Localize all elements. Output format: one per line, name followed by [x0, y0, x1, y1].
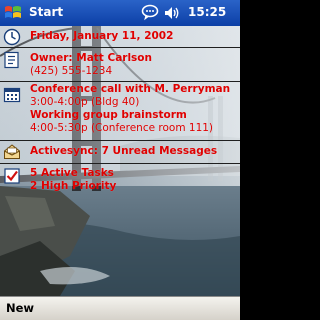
command-bar: New — [0, 296, 240, 320]
today-date-item[interactable]: Friday, January 11, 2002 — [0, 26, 240, 48]
inbox-icon — [4, 144, 20, 159]
event1-time: 3:00-4:00p (Bldg 40) — [30, 96, 140, 108]
event2-title: Working group brainstorm — [30, 109, 187, 121]
owner-card-icon — [4, 51, 19, 69]
start-menu-label[interactable]: Start — [29, 5, 63, 19]
tasks-item[interactable]: 5 Active Tasks 2 High Priority — [0, 164, 240, 196]
tasks-checkbox-icon — [4, 168, 20, 184]
today-date-text: Friday, January 11, 2002 — [30, 30, 174, 42]
inbox-text: Activesync: 7 Unread Messages — [30, 145, 218, 157]
new-button[interactable]: New — [6, 301, 34, 315]
today-screen: Start 15:25 Friday, January 11, 2002 Own… — [0, 0, 240, 320]
calendar-item[interactable]: Conference call with M. Perryman 3:00-4:… — [0, 82, 240, 140]
owner-phone-text: (425) 555-1234 — [30, 65, 113, 77]
tasks-priority-text: 2 High Priority — [30, 180, 117, 192]
message-bubble-icon[interactable] — [141, 4, 159, 21]
clock-time[interactable]: 15:25 — [188, 5, 226, 19]
owner-info-item[interactable]: Owner: Matt Carlson (425) 555-1234 — [0, 48, 240, 81]
windows-flag-icon[interactable] — [3, 3, 23, 23]
owner-name-text: Owner: Matt Carlson — [30, 52, 152, 64]
event2-time: 4:00-5:30p (Conference room 111) — [30, 122, 214, 134]
speaker-icon[interactable] — [163, 5, 181, 21]
title-bar: Start 15:25 — [0, 0, 240, 26]
event1-title: Conference call with M. Perryman — [30, 83, 231, 95]
calendar-icon — [3, 87, 21, 103]
clock-icon — [3, 28, 21, 46]
inbox-item[interactable]: Activesync: 7 Unread Messages — [0, 141, 240, 163]
tasks-active-text: 5 Active Tasks — [30, 167, 114, 179]
